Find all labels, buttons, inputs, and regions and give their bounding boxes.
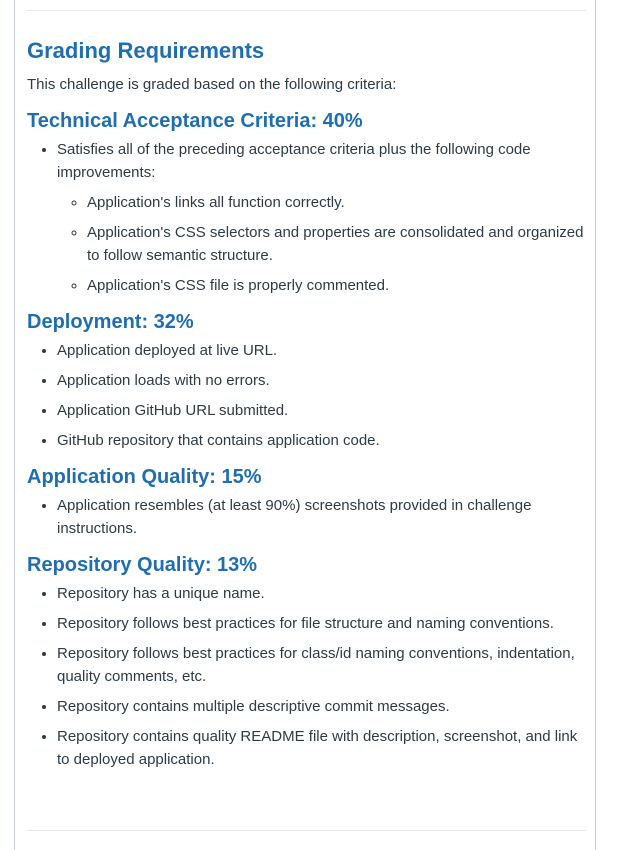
list-item: Repository follows best practices for cl… (57, 642, 587, 688)
list-application-quality: Application resembles (at least 90%) scr… (27, 494, 587, 540)
section-heading-application-quality: Application Quality: 15% (27, 466, 262, 488)
list-item-text: Satisfies all of the preceding acceptanc… (57, 141, 531, 181)
list-item: Application GitHub URL submitted. (57, 399, 587, 422)
page-title: Grading Requirements (27, 38, 265, 63)
intro-text: This challenge is graded based on the fo… (27, 76, 397, 93)
list-item: Application deployed at live URL. (57, 339, 587, 362)
section-heading-deployment: Deployment: 32% (27, 311, 194, 333)
list-item: Repository contains multiple descriptive… (57, 695, 587, 718)
divider-bottom (27, 830, 586, 831)
list-technical: Satisfies all of the preceding acceptanc… (27, 138, 587, 297)
list-item: GitHub repository that contains applicat… (57, 429, 587, 452)
list-item: Application resembles (at least 90%) scr… (57, 494, 587, 540)
list-item: Repository has a unique name. (57, 582, 587, 605)
sublist-item: Application's CSS file is properly comme… (87, 274, 587, 297)
page: Grading Requirements This challenge is g… (0, 0, 617, 850)
grading-requirements-content: Grading Requirements This challenge is g… (27, 36, 587, 783)
divider-top (27, 10, 586, 11)
sublist-item: Application's links all function correct… (87, 191, 587, 214)
sublist-technical: Application's links all function correct… (57, 191, 587, 297)
list-item: Repository follows best practices for fi… (57, 612, 587, 635)
sublist-item: Application's CSS selectors and properti… (87, 221, 587, 267)
list-repository-quality: Repository has a unique name. Repository… (27, 582, 587, 771)
list-deployment: Application deployed at live URL. Applic… (27, 339, 587, 452)
list-item: Application loads with no errors. (57, 369, 587, 392)
list-item: Repository contains quality README file … (57, 725, 587, 771)
section-heading-repository-quality: Repository Quality: 13% (27, 554, 258, 576)
section-heading-technical: Technical Acceptance Criteria: 40% (27, 110, 363, 132)
list-item: Satisfies all of the preceding acceptanc… (57, 138, 587, 297)
